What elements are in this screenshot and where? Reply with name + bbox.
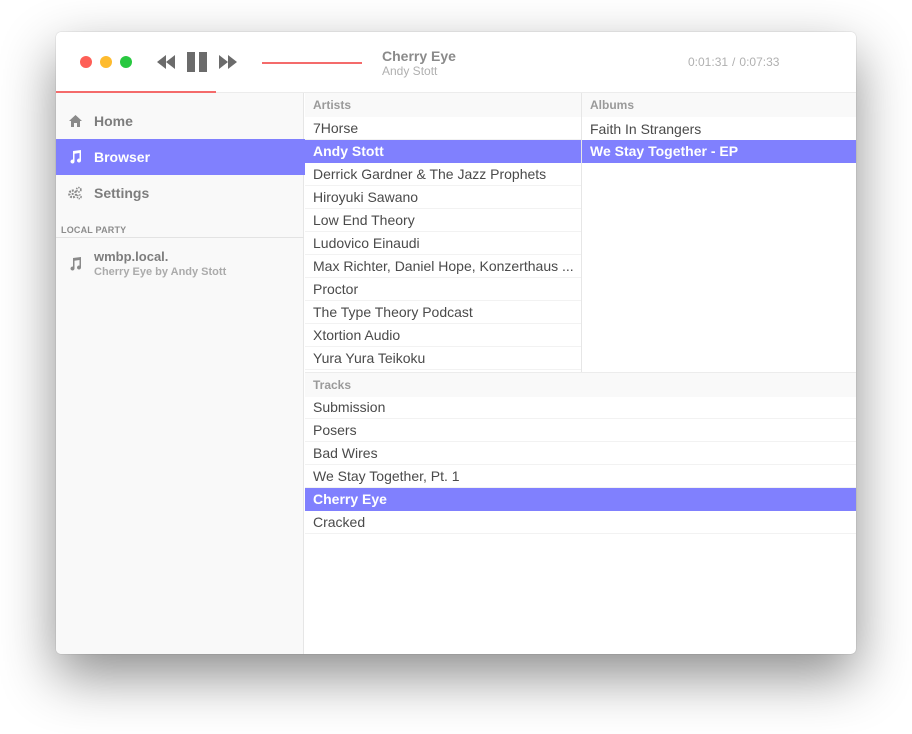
artist-row[interactable]: Hiroyuki Sawano xyxy=(305,186,581,209)
gears-icon xyxy=(68,186,82,200)
album-name: We Stay Together - EP xyxy=(590,143,739,159)
artist-row[interactable]: 7Horse xyxy=(305,117,581,140)
artist-row[interactable]: Max Richter, Daniel Hope, Konzerthaus ..… xyxy=(305,255,581,278)
sidebar-item-settings[interactable]: Settings xyxy=(56,175,305,211)
music-note-icon xyxy=(70,257,82,271)
artist-name: Xtortion Audio xyxy=(313,327,401,343)
artist-row[interactable]: Yura Yura Teikoku xyxy=(305,347,581,370)
sidebar-item-label: Settings xyxy=(94,185,150,201)
track-name: Posers xyxy=(313,422,357,438)
elapsed-time: 0:01:31 xyxy=(688,55,729,69)
artists-header: Artists xyxy=(305,93,581,117)
now-playing-artist: Andy Stott xyxy=(382,64,438,78)
artist-row[interactable]: Xtortion Audio xyxy=(305,324,581,347)
artist-row[interactable]: Derrick Gardner & The Jazz Prophets xyxy=(305,163,581,186)
pause-button[interactable] xyxy=(186,52,208,72)
seek-bar[interactable] xyxy=(262,62,362,64)
local-party-heading: LOCAL PARTY xyxy=(61,225,127,235)
window-close-button[interactable] xyxy=(80,56,92,68)
rewind-icon xyxy=(157,55,175,69)
artist-row[interactable]: The Type Theory Podcast xyxy=(305,301,581,324)
album-row-selected[interactable]: We Stay Together - EP xyxy=(582,140,856,163)
track-row[interactable]: Bad Wires xyxy=(305,442,856,465)
artist-name: The Type Theory Podcast xyxy=(313,304,473,320)
track-name: Cracked xyxy=(313,514,366,530)
fast-forward-icon xyxy=(219,55,237,69)
home-icon xyxy=(68,114,82,128)
music-note-icon xyxy=(68,150,82,164)
artist-name: Low End Theory xyxy=(313,212,415,228)
track-row[interactable]: Submission xyxy=(305,396,856,419)
track-name: We Stay Together, Pt. 1 xyxy=(313,468,460,484)
playback-time: 0:01:31/0:07:33 xyxy=(688,55,779,69)
window-minimize-button[interactable] xyxy=(100,56,112,68)
party-now-playing: Cherry Eye by Andy Stott xyxy=(94,266,227,278)
app-window: Cherry Eye Andy Stott 0:01:31/0:07:33 Ho… xyxy=(56,32,856,654)
artist-row-selected[interactable]: Andy Stott xyxy=(305,140,581,163)
track-row[interactable]: Posers xyxy=(305,419,856,442)
sidebar-item-label: Browser xyxy=(94,149,151,165)
artist-row[interactable]: Ludovico Einaudi xyxy=(305,232,581,255)
track-name: Bad Wires xyxy=(313,445,378,461)
sidebar-item-label: Home xyxy=(94,113,133,129)
player-bar: Cherry Eye Andy Stott 0:01:31/0:07:33 xyxy=(56,32,856,93)
sidebar-item-home[interactable]: Home xyxy=(56,103,305,139)
tracks-header: Tracks xyxy=(305,373,856,397)
sidebar: Home Browser Settings LOCAL PARTY wmbp.l… xyxy=(56,93,305,654)
track-name: Cherry Eye xyxy=(313,491,387,507)
album-name: Faith In Strangers xyxy=(590,120,702,137)
sidebar-item-browser[interactable]: Browser xyxy=(56,139,305,175)
fast-forward-button[interactable] xyxy=(218,52,238,72)
artist-name: Andy Stott xyxy=(313,143,384,159)
artist-name: Ludovico Einaudi xyxy=(313,235,420,251)
artist-name: Proctor xyxy=(313,281,359,297)
track-row[interactable]: We Stay Together, Pt. 1 xyxy=(305,465,856,488)
track-row-selected[interactable]: Cherry Eye xyxy=(305,488,856,511)
pause-icon xyxy=(187,52,207,72)
track-name: Submission xyxy=(313,399,386,415)
party-device-name: wmbp.local. xyxy=(94,249,169,264)
now-playing-title: Cherry Eye xyxy=(382,48,456,64)
artist-name: 7Horse xyxy=(313,120,359,136)
album-row[interactable]: Faith In Strangers xyxy=(582,117,856,140)
track-row[interactable]: Cracked xyxy=(305,511,856,534)
divider xyxy=(56,237,304,238)
time-separator: / xyxy=(732,55,736,69)
artist-name: Yura Yura Teikoku xyxy=(313,350,426,366)
rewind-button[interactable] xyxy=(156,52,176,72)
artist-row[interactable]: Proctor xyxy=(305,278,581,301)
window-maximize-button[interactable] xyxy=(120,56,132,68)
albums-header: Albums xyxy=(582,93,856,117)
party-device-item[interactable]: wmbp.local. Cherry Eye by Andy Stott xyxy=(56,247,304,281)
artist-name: Hiroyuki Sawano xyxy=(313,189,419,205)
total-time: 0:07:33 xyxy=(739,55,780,69)
artist-name: Max Richter, Daniel Hope, Konzerthaus ..… xyxy=(313,258,574,274)
artist-name: Derrick Gardner & The Jazz Prophets xyxy=(313,166,547,182)
artist-row[interactable]: Low End Theory xyxy=(305,209,581,232)
